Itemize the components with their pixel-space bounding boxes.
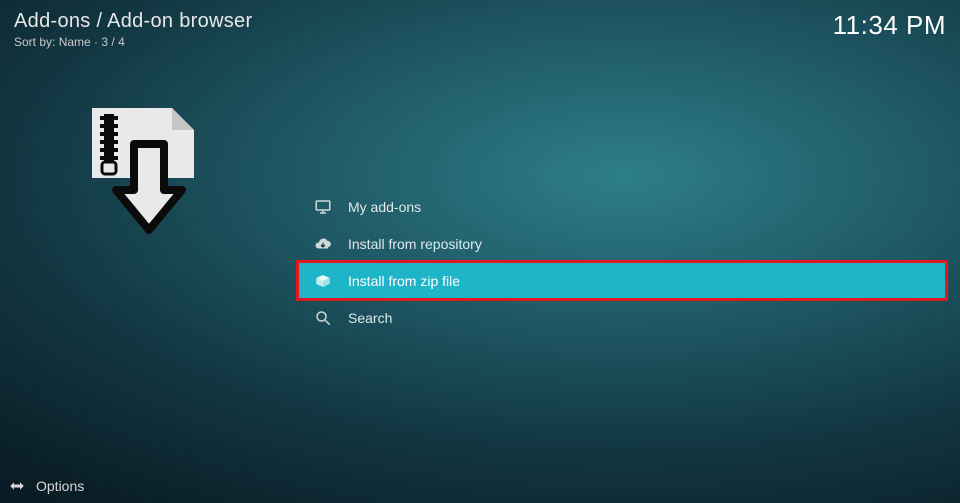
arrows-horizontal-icon [8,477,26,495]
breadcrumb: Add-ons / Add-on browser [14,10,252,33]
install-zip-large-icon [70,100,210,240]
header: Add-ons / Add-on browser Sort by: Name ·… [14,10,946,49]
search-icon [312,307,334,329]
footer-options[interactable]: Options [8,477,84,495]
menu-item-label: Search [348,310,392,326]
menu-item-install-zip[interactable]: Install from zip file [298,262,946,299]
menu: My add-ons Install from repository Insta… [298,188,946,336]
menu-item-label: Install from repository [348,236,482,252]
monitor-icon [312,196,334,218]
menu-item-label: Install from zip file [348,273,460,289]
cloud-download-icon [312,233,334,255]
list-position: 3 / 4 [101,35,124,49]
sort-line: Sort by: Name · 3 / 4 [14,35,252,49]
menu-item-install-repository[interactable]: Install from repository [298,225,946,262]
open-box-icon [312,270,334,292]
footer-options-label: Options [36,478,84,494]
menu-item-search[interactable]: Search [298,299,946,336]
sort-prefix: Sort by: [14,35,59,49]
clock: 11:34 PM [833,10,946,41]
menu-item-my-addons[interactable]: My add-ons [298,188,946,225]
header-left: Add-ons / Add-on browser Sort by: Name ·… [14,10,252,49]
menu-item-label: My add-ons [348,199,421,215]
sort-field: Name [59,35,91,49]
